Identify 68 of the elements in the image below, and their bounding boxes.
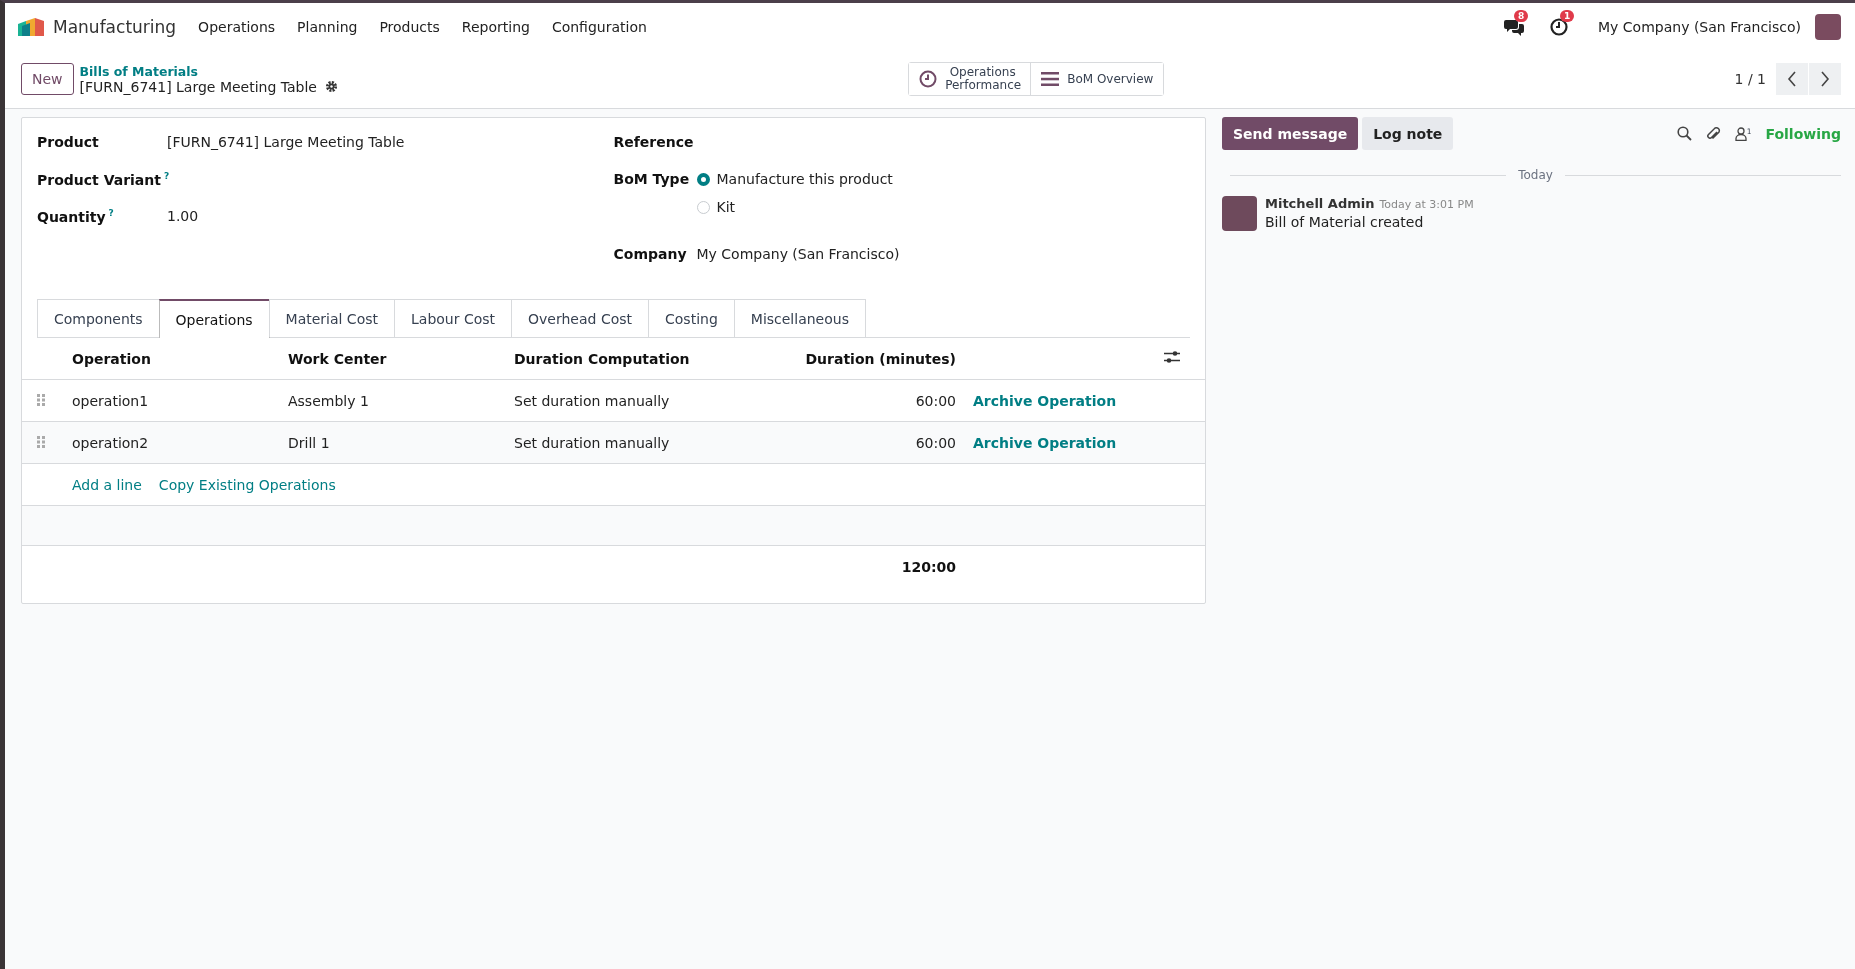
send-message-button[interactable]: Send message [1222,117,1359,150]
radio-option[interactable]: Kit [696,199,893,215]
menu-item[interactable]: Configuration [551,18,647,35]
menu-item[interactable]: Reporting [461,18,530,35]
app-logo-icon[interactable] [18,17,44,36]
chat-bubbles-icon[interactable] [1504,17,1525,36]
author-avatar [1222,196,1257,231]
column-header[interactable]: Duration (minutes) [745,338,972,380]
table-cell: 60:00 [915,434,956,451]
table-cell: operation2 [72,434,149,451]
field-label: Product [37,134,100,150]
table-cell: Set duration manually [514,434,670,451]
column-header[interactable]: Work Center [287,338,513,380]
table-cell: Set duration manually [514,392,670,409]
new-button[interactable]: New [21,63,74,95]
radio-option[interactable]: Manufacture this product [696,171,893,187]
table-cell: 60:00 [915,392,956,409]
field-label: Reference [613,134,695,150]
search-icon[interactable] [1676,126,1692,141]
tab[interactable]: Miscellaneous [733,299,866,337]
paperclip-icon[interactable] [1705,125,1721,142]
clock-icon[interactable] [1550,17,1569,36]
message-body: Bill of Material created [1265,214,1425,230]
smart-button[interactable]: Operations Performance [909,63,1032,95]
notification-badge: 8 [1514,9,1529,22]
chevron-right-icon [1820,71,1830,87]
date-separator: Today [1518,168,1553,182]
column-header[interactable]: Operation [71,338,287,380]
message-author: Mitchell Admin [1265,196,1375,211]
field-value[interactable]: [FURN_6741] Large Meeting Table [167,134,405,171]
notification-badge: 1 [1560,9,1575,22]
drag-handle-icon[interactable] [37,393,45,406]
log-note-button[interactable]: Log note [1362,117,1454,150]
column-settings-icon[interactable] [1164,350,1180,364]
drag-handle-icon[interactable] [37,435,45,448]
menu-icon [1041,71,1060,87]
copy-operations-link[interactable]: Copy Existing Operations [158,476,336,493]
record-title: [FURN_6741] Large Meeting Table [79,78,317,95]
table-cell: Assembly 1 [288,392,369,409]
next-button[interactable] [1809,63,1841,95]
archive-link[interactable]: Archive Operation [973,392,1117,409]
field-value[interactable]: My Company (San Francisco) [696,246,900,283]
field-label: Company [613,246,688,262]
breadcrumb-link[interactable]: Bills of Materials [79,63,338,79]
field-label: Quantity $^{?}$ [37,208,115,225]
menu-item[interactable]: Operations [198,18,276,35]
company-switcher[interactable]: My Company (San Francisco) [1598,18,1801,35]
menu-item[interactable]: Products [379,18,440,35]
message-time: Today at 3:01 PM [1379,198,1474,211]
settings-icon[interactable] [325,80,338,93]
add-line-link[interactable]: Add a line [72,476,142,493]
user-avatar[interactable] [1815,13,1841,40]
field-value[interactable]: 1.00 [167,208,199,245]
previous-button[interactable] [1776,63,1808,95]
pager-counter: 1 / 1 [1734,71,1766,87]
table-cell: operation1 [72,392,149,409]
app-name[interactable]: Manufacturing [53,16,177,37]
column-header[interactable]: Duration Computation [513,338,745,380]
tab[interactable]: Components [37,299,160,337]
table-cell: Drill 1 [288,434,330,451]
field-label: BoM Type [613,171,691,187]
field-label: Product Variant $^{?}$ [37,171,167,188]
clock-icon [919,70,938,88]
tab[interactable]: Operations [158,299,270,338]
tab[interactable]: Material Cost [268,299,395,337]
menu-item[interactable]: Planning [297,18,358,35]
chevron-left-icon [1787,71,1797,87]
duration-total: 120:00 [901,558,956,575]
